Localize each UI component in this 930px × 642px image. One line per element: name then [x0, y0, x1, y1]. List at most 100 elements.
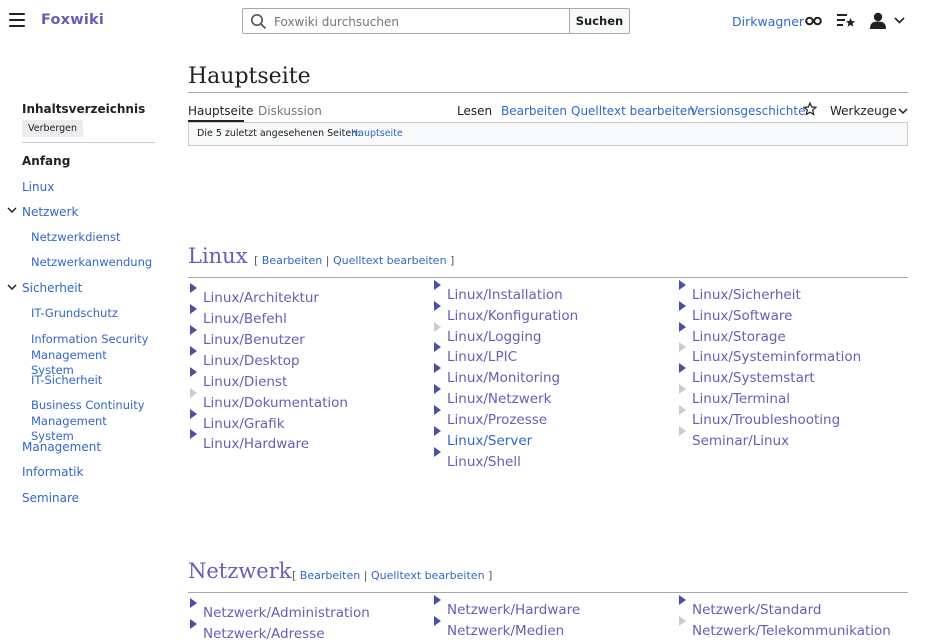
section-edit-links-netzwerk: [ Bearbeiten | Quelltext bearbeiten ]: [292, 569, 492, 582]
section-edit-source-link[interactable]: Quelltext bearbeiten: [333, 254, 447, 267]
toc-item-netzwerkdienst[interactable]: Netzwerkdienst: [31, 230, 120, 246]
expand-triangle-icon: [679, 280, 686, 290]
user-menu-chevron-down-icon[interactable]: [894, 17, 905, 24]
list-item[interactable]: Netzwerk/Adresse: [190, 619, 325, 642]
toc-item-isms[interactable]: Information Security Management System: [31, 332, 151, 379]
site-logo[interactable]: Foxwiki: [41, 12, 104, 28]
list-item[interactable]: Linux/Befehl: [190, 304, 287, 327]
recent-page-link[interactable]: Hauptseite: [351, 128, 403, 139]
expand-triangle-icon: [434, 322, 441, 332]
toc-hide-button[interactable]: Verbergen: [22, 120, 84, 137]
list-item[interactable]: Linux/Sicherheit: [679, 280, 801, 303]
toc-item-linux[interactable]: Linux: [22, 179, 54, 195]
list-item[interactable]: Linux/Dokumentation: [190, 388, 348, 411]
toc-item-it-grundschutz[interactable]: IT-Grundschutz: [31, 306, 118, 322]
glasses-icon[interactable]: [805, 15, 822, 27]
watch-star-icon[interactable]: [803, 102, 817, 116]
expand-triangle-icon: [434, 616, 441, 626]
list-item[interactable]: Linux/Storage: [679, 322, 786, 345]
search-input[interactable]: [272, 11, 566, 33]
toc-divider: [22, 142, 155, 143]
expand-triangle-icon: [190, 367, 197, 377]
list-item[interactable]: Linux/Terminal: [679, 384, 790, 407]
list-item[interactable]: Linux/Logging: [434, 322, 541, 345]
list-item[interactable]: Linux/Grafik: [190, 409, 285, 432]
expand-triangle-icon: [434, 447, 441, 457]
toc-netzwerk-chevron-down-icon[interactable]: [7, 207, 17, 214]
list-item[interactable]: Netzwerk/Standard: [679, 595, 821, 618]
action-quelltext-bearbeiten[interactable]: Quelltext bearbeiten: [571, 104, 695, 118]
list-item[interactable]: Linux/LPIC: [434, 342, 517, 365]
section-edit-source-link[interactable]: Quelltext bearbeiten: [371, 569, 485, 582]
toc-sicherheit-chevron-down-icon[interactable]: [7, 284, 17, 291]
section-edit-links-linux: [ Bearbeiten | Quelltext bearbeiten ]: [254, 254, 454, 267]
title-divider: [188, 92, 908, 93]
expand-triangle-icon: [190, 325, 197, 335]
toc-item-netzwerkanwendung[interactable]: Netzwerkanwendung: [31, 255, 152, 271]
list-item[interactable]: Linux/Systeminformation: [679, 342, 861, 365]
watchlist-icon[interactable]: [837, 12, 855, 28]
toc-item-anfang[interactable]: Anfang: [22, 153, 70, 169]
tab-hauptseite[interactable]: Hauptseite: [188, 104, 253, 118]
user-icon[interactable]: [869, 12, 887, 29]
expand-triangle-icon: [434, 426, 441, 436]
section-divider: [188, 592, 908, 593]
list-item[interactable]: Linux/Monitoring: [434, 363, 560, 386]
list-item[interactable]: Linux/Desktop: [190, 346, 300, 369]
edit-bracket-open: [: [254, 254, 259, 267]
toc-title: Inhaltsverzeichnis: [22, 102, 146, 116]
expand-triangle-icon: [434, 301, 441, 311]
search-button[interactable]: Suchen: [569, 8, 630, 34]
toc-item-seminare[interactable]: Seminare: [22, 490, 79, 506]
toc-item-sicherheit[interactable]: Sicherheit: [22, 280, 82, 296]
toc-item-informatik[interactable]: Informatik: [22, 464, 83, 480]
list-item[interactable]: Linux/Shell: [434, 447, 521, 470]
list-item[interactable]: Netzwerk/Administration: [190, 598, 370, 621]
tools-menu[interactable]: Werkzeuge: [830, 104, 897, 118]
section-title-netzwerk: Netzwerk: [188, 559, 292, 583]
action-versionsgeschichte[interactable]: Versionsgeschichte: [690, 104, 805, 118]
expand-triangle-icon: [679, 322, 686, 332]
list-item[interactable]: Linux/Konfiguration: [434, 301, 578, 324]
list-item[interactable]: Linux/Installation: [434, 280, 563, 303]
recent-pages-bar: Die 5 zuletzt angesehenen Seiten: Haupts…: [188, 122, 908, 146]
list-item[interactable]: Linux/Hardware: [190, 429, 309, 452]
toc-item-netzwerk[interactable]: Netzwerk: [22, 204, 78, 220]
expand-triangle-icon: [434, 363, 441, 373]
main-menu-button[interactable]: [9, 13, 25, 27]
expand-triangle-icon: [190, 598, 197, 608]
expand-triangle-icon: [434, 405, 441, 415]
list-item[interactable]: Seminar/Linux: [679, 426, 789, 449]
list-item[interactable]: Linux/Systemstart: [679, 363, 815, 386]
tools-chevron-down-icon[interactable]: [898, 108, 908, 115]
action-bearbeiten[interactable]: Bearbeiten: [501, 104, 567, 118]
expand-triangle-icon: [190, 388, 197, 398]
user-page-link[interactable]: Dirkwagner: [732, 14, 804, 29]
list-item[interactable]: Netzwerk/Hardware: [434, 595, 580, 618]
section-edit-link[interactable]: Bearbeiten: [300, 569, 360, 582]
toc-item-bcms[interactable]: Business Continuity Management System: [31, 398, 151, 445]
toc-item-management[interactable]: Management: [22, 439, 101, 455]
search-box[interactable]: [242, 8, 570, 34]
list-item[interactable]: Netzwerk/Telekommunikation: [679, 616, 891, 639]
expand-triangle-icon: [679, 405, 686, 415]
edit-separator: |: [363, 569, 368, 582]
list-item[interactable]: Linux/Benutzer: [190, 325, 305, 348]
expand-triangle-icon: [679, 595, 686, 605]
list-item[interactable]: Linux/Software: [679, 301, 792, 324]
expand-triangle-icon: [434, 280, 441, 290]
list-item[interactable]: Netzwerk/Medien: [434, 616, 564, 639]
action-lesen[interactable]: Lesen: [457, 104, 492, 118]
expand-triangle-icon: [190, 429, 197, 439]
edit-bracket-close: ]: [488, 569, 493, 582]
list-item[interactable]: Linux/Netzwerk: [434, 384, 551, 407]
list-item[interactable]: Linux/Troubleshooting: [679, 405, 840, 428]
edit-bracket-close: ]: [450, 254, 455, 267]
list-item[interactable]: Linux/Server: [434, 426, 532, 449]
list-item[interactable]: Linux/Dienst: [190, 367, 287, 390]
list-item[interactable]: Linux/Prozesse: [434, 405, 547, 428]
list-item[interactable]: Linux/Architektur: [190, 283, 319, 306]
section-edit-link[interactable]: Bearbeiten: [262, 254, 322, 267]
toc-item-it-sicherheit[interactable]: IT-Sicherheit: [31, 373, 102, 389]
tab-diskussion[interactable]: Diskussion: [258, 104, 322, 118]
